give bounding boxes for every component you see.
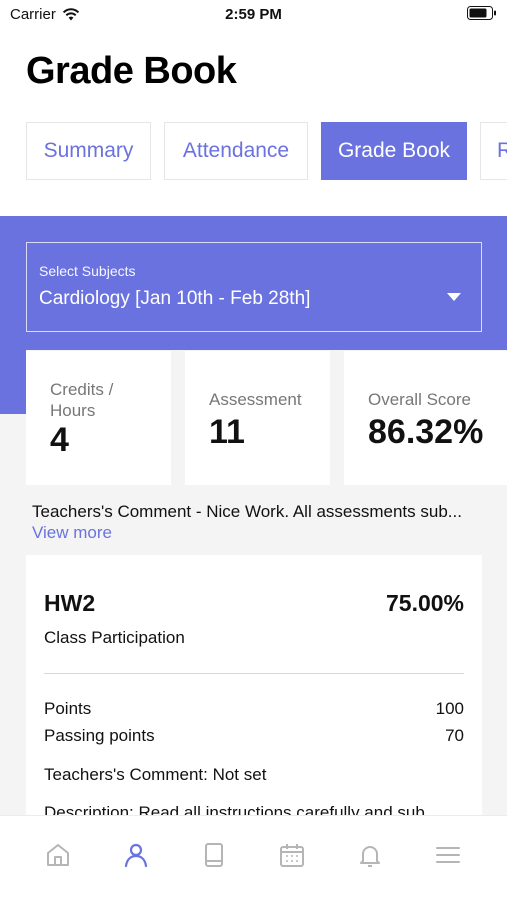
view-more-link[interactable]: View more <box>32 523 112 543</box>
tab-partial[interactable]: R <box>480 122 507 180</box>
bell-icon[interactable] <box>355 840 385 870</box>
divider <box>44 673 464 674</box>
menu-icon[interactable] <box>433 840 463 870</box>
assessment-label: Assessment <box>209 390 302 409</box>
overall-score-value: 86.32% <box>368 413 484 451</box>
page-title: Grade Book <box>26 50 237 92</box>
assessment-card: Assessment 11 <box>185 351 330 485</box>
subject-select-label: Select Subjects <box>39 263 136 279</box>
calendar-icon[interactable] <box>277 840 307 870</box>
status-time: 2:59 PM <box>225 6 282 23</box>
tab-bar: Summary Attendance Grade Book R <box>0 122 507 182</box>
profile-icon[interactable] <box>121 840 151 870</box>
hero-banner-tail <box>0 350 26 414</box>
subject-select[interactable]: Select Subjects Cardiology [Jan 10th - F… <box>26 242 482 332</box>
grade-item-name: HW2 <box>44 590 96 616</box>
grade-teacher-comment: Teachers's Comment: Not set <box>44 765 267 784</box>
overall-score-card: Overall Score 86.32% <box>344 351 507 485</box>
points-label: Points <box>44 699 92 718</box>
chevron-down-icon <box>447 293 461 301</box>
grade-item-category: Class Participation <box>44 628 185 647</box>
tab-summary[interactable]: Summary <box>26 122 151 180</box>
bottom-tab-bar <box>0 815 507 900</box>
home-icon[interactable] <box>43 840 73 870</box>
grade-item-score: 75.00% <box>385 590 464 616</box>
teacher-comment: Teachers's Comment - Nice Work. All asse… <box>32 502 462 521</box>
subject-select-value: Cardiology [Jan 10th - Feb 28th] <box>39 288 311 309</box>
book-icon[interactable] <box>199 840 229 870</box>
credits-value: 4 <box>50 421 69 459</box>
passing-points-label: Passing points <box>44 726 155 745</box>
assessment-value: 11 <box>209 413 245 451</box>
grade-item-card[interactable]: HW2 75.00% Class Participation Points 10… <box>26 555 482 825</box>
points-value: 100 <box>435 699 464 718</box>
tab-grade-book[interactable]: Grade Book <box>321 122 467 180</box>
overall-score-label: Overall Score <box>368 390 471 409</box>
battery-icon <box>467 6 497 26</box>
tab-attendance[interactable]: Attendance <box>164 122 308 180</box>
passing-points-value: 70 <box>445 726 464 745</box>
credits-card: Credits / Hours 4 <box>26 351 171 485</box>
credits-label: Credits / Hours <box>50 380 114 420</box>
status-bar: Carrier 2:59 PM <box>0 0 507 28</box>
